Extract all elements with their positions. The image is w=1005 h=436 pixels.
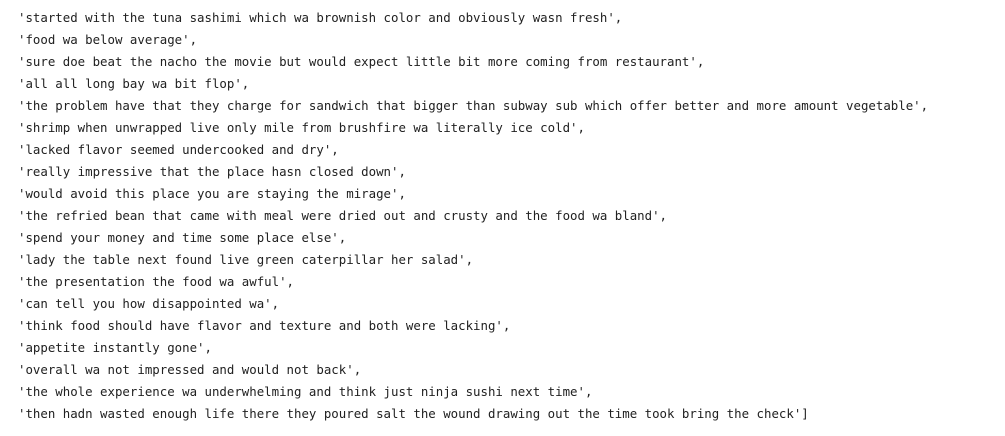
output-line: 'shrimp when unwrapped live only mile fr…	[18, 120, 585, 135]
output-line: 'the problem have that they charge for s…	[18, 98, 929, 113]
output-line: 'think food should have flavor and textu…	[18, 318, 511, 333]
output-line: 'really impressive that the place hasn c…	[18, 164, 406, 179]
output-line: 'started with the tuna sashimi which wa …	[18, 10, 623, 25]
cell-output-area: 'started with the tuna sashimi which wa …	[0, 0, 1005, 436]
output-line: 'would avoid this place you are staying …	[18, 186, 406, 201]
output-line: 'lacked flavor seemed undercooked and dr…	[18, 142, 339, 157]
output-line: 'overall wa not impressed and would not …	[18, 362, 362, 377]
output-line: 'the whole experience wa underwhelming a…	[18, 384, 593, 399]
output-line: 'all all long bay wa bit flop',	[18, 76, 250, 91]
output-line: 'sure doe beat the nacho the movie but w…	[18, 54, 705, 69]
output-line: 'then hadn wasted enough life there they…	[18, 406, 809, 421]
output-line: 'the refried bean that came with meal we…	[18, 208, 668, 223]
output-line: 'appetite instantly gone',	[18, 340, 212, 355]
output-line: 'can tell you how disappointed wa',	[18, 296, 280, 311]
output-text: 'started with the tuna sashimi which wa …	[18, 7, 1005, 425]
output-line: 'the presentation the food wa awful',	[18, 274, 295, 289]
output-line: 'lady the table next found live green ca…	[18, 252, 474, 267]
output-line: 'food wa below average',	[18, 32, 198, 47]
output-line: 'spend your money and time some place el…	[18, 230, 347, 245]
